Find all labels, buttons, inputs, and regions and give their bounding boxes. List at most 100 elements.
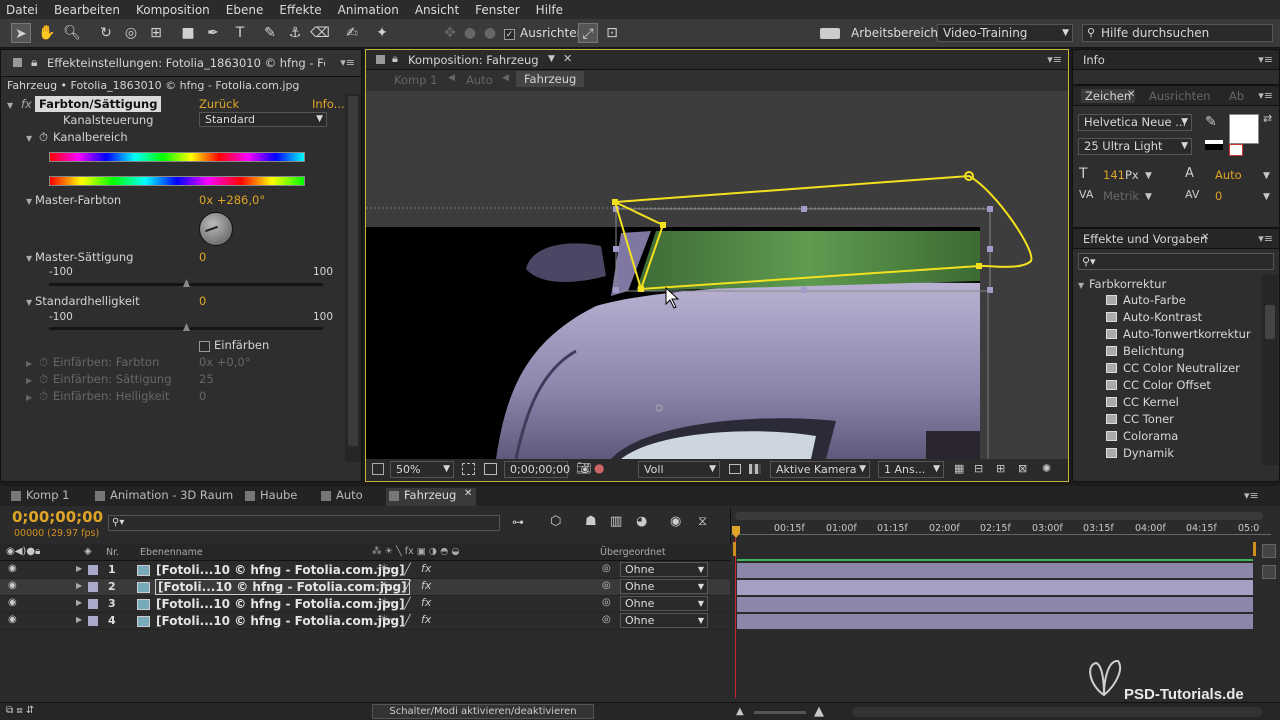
fx-icon[interactable]: fx xyxy=(421,562,431,575)
zoom-slider[interactable] xyxy=(754,711,806,714)
eye-icon[interactable]: ◉ xyxy=(8,563,17,574)
parent-select[interactable]: Ohne ▼ xyxy=(620,579,708,594)
font-family-select[interactable]: Helvetica Neue ... ▼ xyxy=(1078,114,1192,131)
timeline-tab-komp1[interactable]: Komp 1 xyxy=(8,488,69,506)
zoom-tool-icon[interactable]: 🔍︎ xyxy=(62,23,82,43)
menu-datei[interactable]: Datei xyxy=(6,3,38,17)
preset-item[interactable]: CC Color Neutralizer xyxy=(1106,361,1240,375)
puppet-tool-icon[interactable]: ✦ xyxy=(372,23,392,43)
label-swatch[interactable] xyxy=(88,599,98,609)
effects-presets-tab[interactable]: Effekte und Vorgaben xyxy=(1083,232,1207,246)
eye-icon[interactable]: ◉ xyxy=(8,597,17,608)
switch-quality-icon[interactable]: ╱ xyxy=(404,597,411,610)
parent-select[interactable]: Ohne ▼ xyxy=(620,562,708,577)
pickwhip-icon[interactable]: ◎ xyxy=(602,563,611,574)
info-tab[interactable]: Info xyxy=(1083,53,1105,67)
chevron-down-icon[interactable]: ▼ xyxy=(548,54,555,64)
align-checkbox[interactable]: ✓ xyxy=(504,27,515,40)
label-swatch[interactable] xyxy=(88,582,98,592)
preset-item[interactable]: Auto-Farbe xyxy=(1106,293,1186,307)
pickwhip-icon[interactable]: ◎ xyxy=(602,597,611,608)
switch-shy-icon[interactable]: -☀- xyxy=(376,563,392,574)
rectangle-tool-icon[interactable]: ■ xyxy=(178,23,198,43)
fx-icon[interactable]: fx xyxy=(21,97,32,111)
pickwhip-icon[interactable]: ◎ xyxy=(602,580,611,591)
chevron-down-icon[interactable]: ▼ xyxy=(1145,192,1152,202)
layer-name[interactable]: [Fotoli...10 © hfng - Fotolia.com.jpg] xyxy=(156,563,405,577)
chevron-down-icon[interactable]: ▼ xyxy=(1263,171,1270,181)
fx-icon[interactable]: fx xyxy=(421,613,431,626)
panel-menu-icon[interactable]: ▾≡ xyxy=(1047,53,1062,66)
channel-select[interactable]: Standard ▼ xyxy=(199,112,327,127)
timeline-tab-3d-raum[interactable]: Animation - 3D Raum xyxy=(92,488,233,506)
scrollbar[interactable] xyxy=(1262,275,1278,465)
selection-tool-icon[interactable]: ➤ xyxy=(11,23,31,43)
crumb-fahrzeug[interactable]: Fahrzeug xyxy=(516,71,585,87)
layer-bar[interactable] xyxy=(737,614,1253,629)
timeline-icon[interactable]: ⊞ xyxy=(996,462,1005,475)
scrollbar[interactable] xyxy=(345,94,361,462)
layout-icon[interactable]: ▦ xyxy=(954,462,964,475)
close-icon[interactable]: ✕ xyxy=(464,488,472,499)
chevron-down-icon[interactable]: ▼ xyxy=(1263,192,1270,202)
expand-icon[interactable]: ▶ xyxy=(76,581,82,590)
preset-item[interactable]: CC Kernel xyxy=(1106,395,1179,409)
table-row[interactable]: ◉ ▶ 3 [Fotoli...10 © hfng - Fotolia.com.… xyxy=(0,596,730,613)
swap-colors-icon[interactable]: ⇄ xyxy=(1263,112,1272,125)
preset-item[interactable]: Belichtung xyxy=(1106,344,1184,358)
panel-menu-icon[interactable]: ▾≡ xyxy=(1258,232,1273,245)
camera-select[interactable]: Aktive Kamera ▼ xyxy=(770,461,870,478)
brightness-value[interactable]: 0 xyxy=(199,294,206,308)
master-sat-value[interactable]: 0 xyxy=(199,250,206,264)
crumb-komp1[interactable]: Komp 1 xyxy=(394,73,437,87)
eye-icon[interactable]: ◉ xyxy=(8,580,17,591)
info-link[interactable]: Info... xyxy=(312,97,345,111)
timeline-tab-fahrzeug[interactable]: Fahrzeug ✕ xyxy=(386,488,477,506)
hand-tool-icon[interactable]: ✋ xyxy=(37,23,57,43)
work-area[interactable] xyxy=(733,542,1256,556)
preset-item[interactable]: CC Color Offset xyxy=(1106,378,1211,392)
timecode-field[interactable]: 0;00;00;00 xyxy=(504,461,570,478)
menu-effekte[interactable]: Effekte xyxy=(279,3,321,17)
preset-item[interactable]: Auto-Tonwertkorrektur xyxy=(1106,327,1251,341)
hue-dial[interactable] xyxy=(199,212,233,246)
no-color-swatch[interactable] xyxy=(1229,144,1243,156)
menu-bearbeiten[interactable]: Bearbeiten xyxy=(54,3,120,17)
tab-ausrichten[interactable]: Ausrichten xyxy=(1149,89,1211,103)
close-icon[interactable]: ✕ xyxy=(1127,89,1135,100)
roto-brush-icon[interactable]: ✍ xyxy=(342,23,362,43)
kerning-value[interactable]: Metrik xyxy=(1103,189,1139,203)
tab-ab[interactable]: Ab xyxy=(1229,89,1244,103)
layer-bar[interactable] xyxy=(737,580,1253,595)
menu-komposition[interactable]: Komposition xyxy=(136,3,210,17)
switch-quality-icon[interactable]: ╱ xyxy=(404,614,411,627)
black-white-swatch[interactable] xyxy=(1205,140,1223,150)
switch-shy-icon[interactable]: -☀- xyxy=(376,580,392,591)
region-icon[interactable] xyxy=(729,464,741,474)
panel-menu-icon[interactable]: ▾≡ xyxy=(1258,53,1273,66)
master-sat-slider[interactable] xyxy=(49,279,323,287)
leading-value[interactable]: Auto xyxy=(1215,168,1242,182)
pickwhip-icon[interactable]: ◎ xyxy=(602,614,611,625)
expand-icon[interactable]: ▶ xyxy=(76,564,82,573)
switch-shy-icon[interactable]: -☀- xyxy=(376,597,392,608)
footer-icons[interactable]: ⧉ ⧈ ⇵ xyxy=(6,705,34,716)
expand-icon[interactable]: ▶ xyxy=(76,615,82,624)
colorize-checkbox[interactable] xyxy=(199,339,210,352)
comp-viewer[interactable] xyxy=(366,91,1068,459)
fx-icon[interactable]: fx xyxy=(421,579,431,592)
preset-item[interactable]: Dynamik xyxy=(1106,446,1174,460)
brush-tool-icon[interactable]: ✎ xyxy=(260,23,280,43)
fast-preview-icon[interactable]: ✺ xyxy=(1042,462,1051,475)
close-icon[interactable]: ✕ xyxy=(1201,232,1209,243)
stopwatch-icon[interactable]: ⏱ xyxy=(39,130,48,145)
orbit-camera-icon[interactable]: ◎ xyxy=(121,23,141,43)
font-size-value[interactable]: 141 xyxy=(1103,168,1125,182)
graph-editor-icon[interactable]: ◉ xyxy=(670,514,681,529)
expand-icon[interactable]: ▶ xyxy=(76,598,82,607)
zoom-select[interactable]: 50% ▼ xyxy=(390,461,454,478)
draft-3d-icon[interactable]: ⬡ xyxy=(550,514,561,529)
layer-bar[interactable] xyxy=(737,597,1253,612)
menu-animation[interactable]: Animation xyxy=(338,3,399,17)
master-hue-value[interactable]: 0x +286,0° xyxy=(199,193,265,207)
